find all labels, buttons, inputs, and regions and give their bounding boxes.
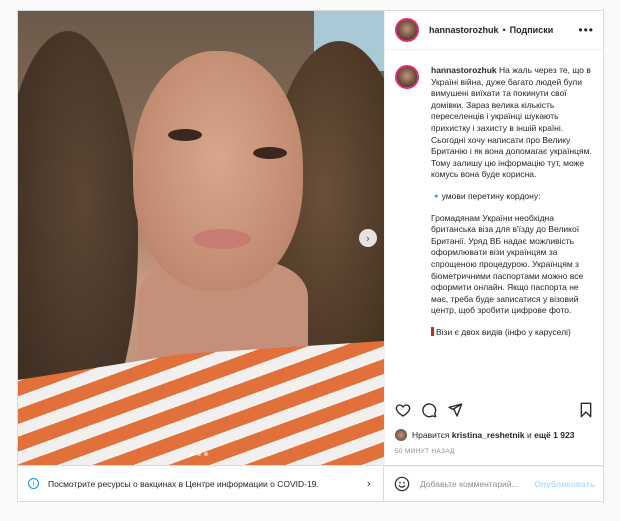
carousel-next-button[interactable]: › bbox=[359, 229, 377, 247]
following-button[interactable]: Подписки bbox=[510, 25, 554, 35]
instagram-post: › hannastorozhuk • Подписки ••• hannasto… bbox=[17, 10, 604, 466]
carousel-dots bbox=[190, 452, 208, 456]
emoji-icon[interactable] bbox=[394, 476, 410, 492]
header-username[interactable]: hannastorozhuk bbox=[429, 25, 499, 35]
comment-icon[interactable] bbox=[421, 402, 437, 418]
carousel-dot bbox=[204, 452, 208, 456]
post-header: hannastorozhuk • Подписки ••• bbox=[385, 11, 604, 50]
post-caption: hannastorozhuk На жаль через те, що в Ук… bbox=[395, 59, 598, 394]
separator: • bbox=[502, 25, 506, 35]
caption-paragraph-2: умови перетину кордону: bbox=[441, 190, 541, 201]
carousel-dot bbox=[190, 452, 194, 456]
caption-avatar[interactable] bbox=[395, 65, 419, 89]
photo-eye-right bbox=[253, 147, 287, 159]
caption-username[interactable]: hannastorozhuk bbox=[431, 65, 497, 75]
caption-text: hannastorozhuk На жаль через те, що в Ук… bbox=[431, 65, 598, 348]
post-sidebar: hannastorozhuk • Подписки ••• hannastoro… bbox=[384, 11, 604, 465]
likes-count[interactable]: ещё 1 923 bbox=[534, 430, 574, 440]
likes-line: Нравится kristina_reshetnik и ещё 1 923 bbox=[395, 429, 598, 441]
photo-face bbox=[133, 51, 303, 291]
share-icon[interactable] bbox=[447, 402, 463, 418]
info-icon: i bbox=[28, 478, 39, 489]
covid-banner-text: Посмотрите ресурсы о вакцинах в Центре и… bbox=[48, 478, 319, 489]
heart-icon[interactable] bbox=[395, 402, 411, 418]
more-horizontal-icon[interactable]: ••• bbox=[578, 23, 594, 37]
photo-eye-left bbox=[168, 129, 202, 141]
photo-lips bbox=[193, 229, 251, 249]
avatar[interactable] bbox=[395, 18, 419, 42]
caption-paragraph-1: На жаль через те, що в Україні війна, ду… bbox=[431, 65, 592, 180]
likes-prefix: Нравится bbox=[412, 430, 450, 440]
post-actions bbox=[395, 399, 594, 421]
liker-username[interactable]: kristina_reshetnik bbox=[452, 430, 525, 440]
covid-banner[interactable]: i Посмотрите ресурсы о вакцинах в Центре… bbox=[17, 466, 384, 502]
publish-button[interactable]: Опубликовать bbox=[534, 479, 595, 489]
bookmark-icon[interactable] bbox=[578, 402, 594, 418]
chevron-right-icon: › bbox=[366, 477, 371, 490]
red-bar-icon bbox=[431, 326, 434, 336]
likes-and: и bbox=[527, 430, 532, 440]
post-photo[interactable]: › bbox=[18, 11, 384, 465]
liker-avatar[interactable] bbox=[395, 429, 407, 441]
diamond-icon: 🔹 bbox=[431, 190, 442, 201]
post-timestamp[interactable]: 50 МИНУТ НАЗАД bbox=[395, 448, 455, 455]
comment-bar: Добавьте комментарий... Опубликовать bbox=[384, 466, 604, 502]
caption-paragraph-3: Громадянам України необхідна британська … bbox=[431, 212, 584, 316]
caption-paragraph-4: Візи є двох видів (інфо у каруселі) bbox=[436, 326, 571, 337]
chevron-right-icon: › bbox=[365, 231, 371, 245]
carousel-dot bbox=[197, 452, 201, 456]
comment-input[interactable]: Добавьте комментарий... bbox=[420, 479, 519, 489]
